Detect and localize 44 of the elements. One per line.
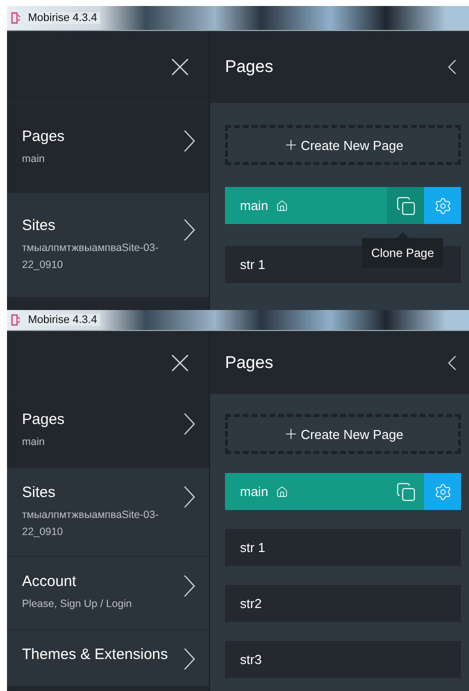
menu-item-title: Sites [22,216,56,234]
chevron-right-icon [184,130,195,152]
chevron-right-icon [184,218,195,241]
page-name: main [239,484,268,499]
menu-item-title: Themes & Extensions [22,646,169,664]
menu-item-subtitle: main [22,435,46,450]
menu-item-subtitle: тмыалпмтжвыампваSite-03-22_0910 [22,240,160,273]
menu-item-subtitle: тмыалпмтжвыампваSite-03-22_0910 [22,508,160,540]
create-page-button[interactable]: Create New Page [225,125,461,165]
menu-item-subtitle: Please, Sign Up / Login [22,597,133,612]
page-item[interactable]: str 1 [225,529,461,566]
copy-icon [396,196,416,216]
menu-item-title: Pages [22,411,66,428]
page-name: str3 [239,652,262,667]
page-name: str2 [239,596,262,611]
chevron-right-icon [184,648,195,670]
chevron-right-icon [184,486,195,508]
create-page-button[interactable]: Create New Page [225,414,461,454]
menu-item[interactable]: Account Please, Sign Up / Login [7,556,209,630]
chevron-right-icon [184,413,195,435]
panel-title: Pages [225,57,274,77]
tooltip: Clone Page [362,238,443,268]
page-item[interactable]: str3 [225,641,461,678]
settings-icon [434,482,452,500]
menu-item-title: Account [22,573,78,590]
menu-item-title: Pages [22,128,66,145]
settings-icon [434,196,452,214]
page-item[interactable]: str2 [225,585,461,622]
menu-item[interactable]: Themes & Extensions [7,629,209,686]
menu-item-title: Sites [22,484,56,501]
chevron-right-icon [184,575,195,598]
copy-icon [396,482,416,502]
settings-button[interactable] [424,187,461,224]
app-logo-icon [11,12,21,24]
app-logo-icon [11,314,21,326]
clone-button[interactable] [387,187,424,224]
menu-item[interactable]: Sites тмыалпмтжвыампваSite-03-22_0910 [7,466,209,556]
settings-button[interactable] [424,473,461,510]
panel-title: Pages [225,352,274,372]
tooltip-pointer [396,232,409,238]
menu-item[interactable]: Sites тмыалпмтжвыампваSite-03-22_0910 [7,192,209,298]
page-name: str 1 [239,540,266,555]
menu-item-subtitle: main [22,152,46,167]
page-name: main [239,198,268,213]
